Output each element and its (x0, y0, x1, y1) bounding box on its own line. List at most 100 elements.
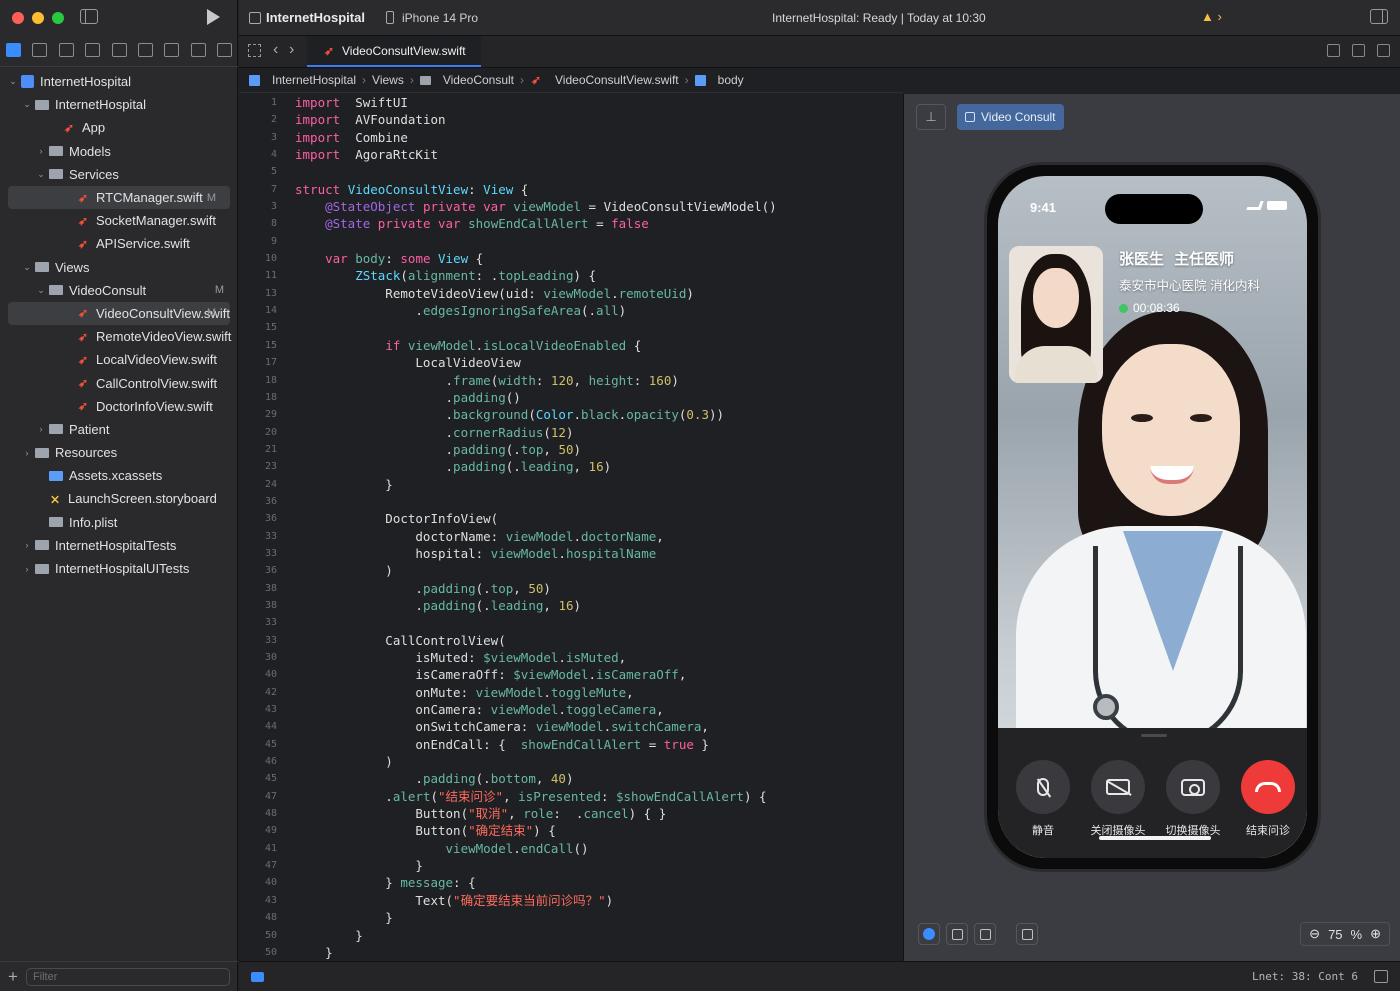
warning-icon[interactable]: ▲ › (1201, 9, 1222, 24)
report-icon[interactable] (217, 43, 232, 57)
debug-icon[interactable] (164, 43, 180, 57)
code-line[interactable]: ) (295, 753, 895, 770)
breadcrumb-symbol[interactable]: body (718, 73, 744, 87)
code-line[interactable]: .padding(.leading, 16) (295, 597, 895, 614)
back-chevron-icon[interactable]: ‹ (273, 41, 278, 59)
code-line[interactable]: onSwitchCamera: viewModel.switchCamera, (295, 718, 895, 735)
navigator-row[interactable]: ➶ DoctorInfoView.swift (0, 395, 238, 418)
chevron-down-icon[interactable]: ⌄ (22, 262, 32, 273)
code-line[interactable] (295, 319, 895, 336)
chevron-right-icon[interactable]: › (36, 146, 46, 156)
navigator-row[interactable]: ➶ App (0, 116, 238, 139)
pin-preview-button[interactable]: ⊥ (916, 104, 946, 130)
chevron-right-icon[interactable]: › (22, 564, 32, 574)
code-review-icon[interactable] (1327, 44, 1340, 57)
code-line[interactable]: LocalVideoView (295, 354, 895, 371)
code-line[interactable]: ) (295, 562, 895, 579)
forward-chevron-icon[interactable]: › (289, 41, 294, 59)
zoom-window-button[interactable] (52, 12, 64, 24)
navigator-row[interactable]: › Patient (0, 418, 238, 441)
code-line[interactable]: } (295, 909, 895, 926)
breakpoint-icon[interactable] (190, 43, 206, 57)
navigator-row[interactable]: › Resources (0, 441, 238, 464)
navigator-row[interactable]: ➶ SocketManager.swift (0, 209, 238, 232)
navigator-row[interactable]: ⌄ Views (0, 256, 238, 279)
variants-button[interactable] (974, 923, 996, 945)
chevron-down-icon[interactable]: ⌄ (22, 99, 32, 110)
navigator-row[interactable]: ⌄ InternetHospital (0, 70, 238, 93)
code-line[interactable]: isCameraOff: $viewModel.isCameraOff, (295, 666, 895, 683)
code-line[interactable]: .cornerRadius(12) (295, 424, 895, 441)
code-line[interactable] (295, 614, 895, 631)
chevron-right-icon[interactable]: › (22, 540, 32, 550)
code-line[interactable]: .padding(.top, 50) (295, 441, 895, 458)
live-mode-button[interactable] (918, 923, 940, 945)
breadcrumb-project[interactable]: InternetHospital (272, 73, 356, 87)
code-line[interactable]: } message: { (295, 874, 895, 891)
run-destination[interactable]: iPhone 14 Pro (402, 11, 478, 25)
navigator-row[interactable]: › Models (0, 140, 238, 163)
code-line[interactable]: hospital: viewModel.hospitalName (295, 545, 895, 562)
sidebar-toggle-icon[interactable] (80, 9, 98, 24)
code-line[interactable]: import Combine (295, 129, 895, 146)
code-line[interactable]: Text("确定要结束当前问诊吗？") (295, 892, 895, 909)
code-line[interactable]: Button("确定结束") { (295, 822, 895, 839)
code-line[interactable] (295, 163, 895, 180)
tab-videoconsultview[interactable]: ➶ VideoConsultView.swift (307, 36, 481, 67)
code-line[interactable] (295, 493, 895, 510)
code-line[interactable]: } (295, 857, 895, 874)
code-line[interactable]: var body: some View { (295, 250, 895, 267)
code-line[interactable]: isMuted: $viewModel.isMuted, (295, 649, 895, 666)
navigator-row[interactable]: ➶ APIService.swift (0, 232, 238, 255)
debug-area-icon[interactable] (251, 972, 264, 982)
navigator-row[interactable]: ⌄ VideoConsult M (0, 279, 238, 302)
code-line[interactable]: } (295, 944, 895, 961)
code-line[interactable]: @StateObject private var viewModel = Vid… (295, 198, 895, 215)
code-line[interactable] (295, 233, 895, 250)
code-line[interactable]: } (295, 927, 895, 944)
code-line[interactable]: DoctorInfoView( (295, 510, 895, 527)
code-text[interactable]: import SwiftUI import AVFoundation import … (295, 94, 895, 961)
code-line[interactable]: RemoteVideoView(uid: viewModel.remoteUid… (295, 285, 895, 302)
breadcrumb-views[interactable]: Views (372, 73, 404, 87)
add-file-button[interactable]: + (8, 967, 18, 987)
bookmark-icon[interactable] (58, 43, 74, 57)
code-line[interactable]: import AgoraRtcKit (295, 146, 895, 163)
code-line[interactable]: .alert("结束问诊", isPresented: $showEndCall… (295, 788, 895, 805)
code-line[interactable]: ZStack(alignment: .topLeading) { (295, 267, 895, 284)
chevron-right-icon[interactable]: › (36, 424, 46, 434)
breadcrumb-file[interactable]: VideoConsultView.swift (555, 73, 679, 87)
project-navigator-icon[interactable] (6, 43, 21, 57)
panel-grabber[interactable] (1141, 734, 1167, 737)
breadcrumb-videoconsult[interactable]: VideoConsult (443, 73, 514, 87)
code-line[interactable]: .background(Color.black.opacity(0.3)) (295, 406, 895, 423)
code-line[interactable]: onCamera: viewModel.toggleCamera, (295, 701, 895, 718)
code-line[interactable]: .padding(.leading, 16) (295, 458, 895, 475)
code-line[interactable]: @State private var showEndCallAlert = fa… (295, 215, 895, 232)
issue-icon[interactable] (111, 43, 127, 57)
code-line[interactable]: .padding(.bottom, 40) (295, 770, 895, 787)
mute-button[interactable] (1016, 760, 1070, 814)
navigator-row[interactable]: ⨯ LaunchScreen.storyboard (0, 487, 238, 510)
scheme-selector[interactable]: InternetHospital (266, 10, 365, 25)
navigator-row[interactable]: ➶ CallControlView.swift (0, 371, 238, 394)
preview-selector[interactable]: Video Consult (957, 104, 1064, 130)
code-line[interactable]: .edgesIgnoringSafeArea(.all) (295, 302, 895, 319)
inspector-toggle-icon[interactable] (1370, 9, 1388, 24)
chevron-down-icon[interactable]: ⌄ (8, 76, 18, 87)
code-line[interactable]: Button("取消", role: .cancel) { } (295, 805, 895, 822)
chevron-down-icon[interactable]: ⌄ (36, 285, 46, 296)
navigator-row[interactable]: Assets.xcassets (0, 464, 238, 487)
code-line[interactable]: import AVFoundation (295, 111, 895, 128)
zoom-in-icon[interactable]: ⊕ (1370, 926, 1381, 942)
navigator-row[interactable]: ➶ RemoteVideoView.swift (0, 325, 238, 348)
zoom-out-icon[interactable]: ⊖ (1309, 926, 1320, 942)
code-line[interactable]: viewModel.endCall() (295, 840, 895, 857)
code-line[interactable]: CallControlView( (295, 632, 895, 649)
zoom-value[interactable]: 75 (1328, 927, 1342, 942)
chevron-down-icon[interactable]: ⌄ (36, 169, 46, 180)
chevron-right-icon[interactable]: › (22, 448, 32, 458)
minimize-window-button[interactable] (32, 12, 44, 24)
code-line[interactable]: doctorName: viewModel.doctorName, (295, 528, 895, 545)
end-call-button[interactable] (1241, 760, 1295, 814)
